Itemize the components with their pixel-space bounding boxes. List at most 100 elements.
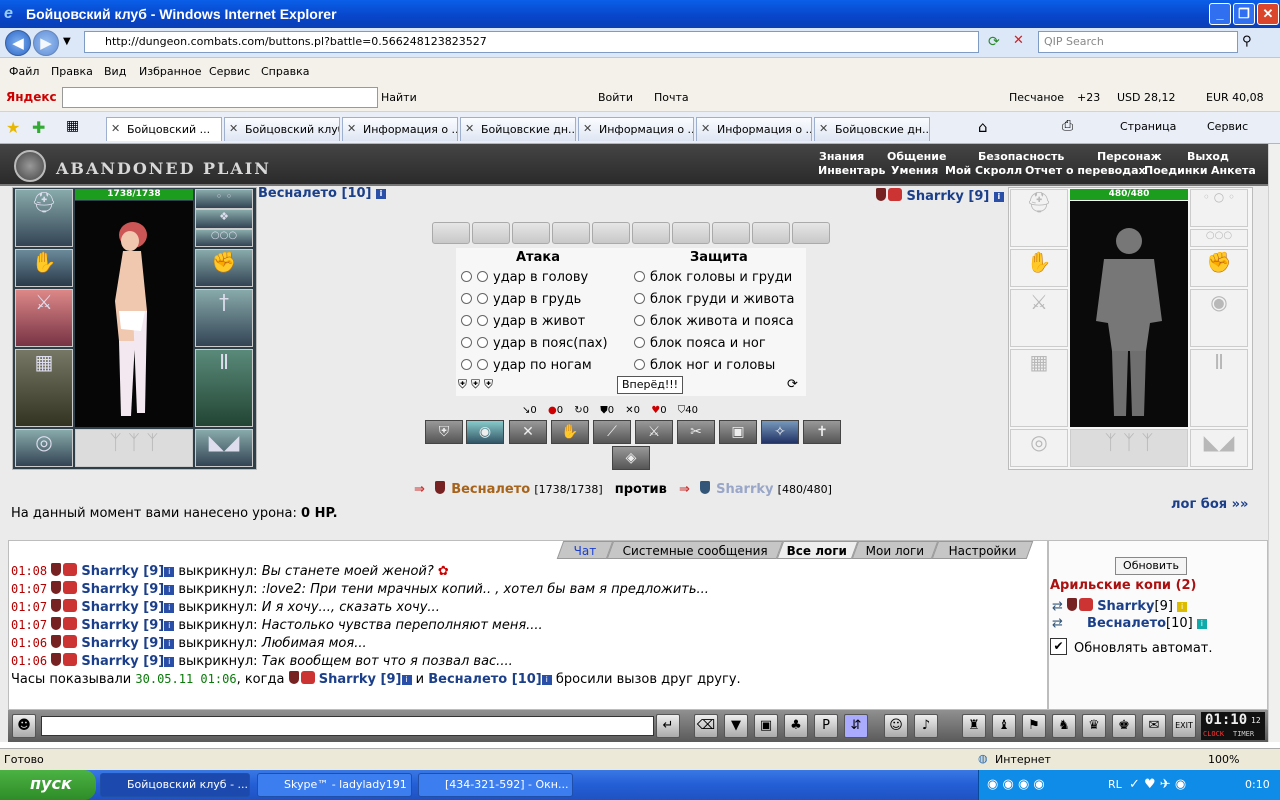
enemy-info-icon[interactable]: i bbox=[993, 192, 1004, 202]
tactic-skill-icon[interactable]: ✋ bbox=[551, 420, 589, 444]
menu-file[interactable]: Файл bbox=[9, 65, 39, 78]
scroll-slot[interactable] bbox=[752, 222, 790, 244]
refresh-button[interactable]: Обновить bbox=[1115, 557, 1187, 575]
fight-icon[interactable]: ⇄ bbox=[1052, 616, 1063, 631]
yandex-find-button[interactable]: Найти bbox=[381, 91, 417, 104]
bracers-slot[interactable]: ✋ bbox=[15, 249, 73, 287]
scroll-slot[interactable] bbox=[632, 222, 670, 244]
gloves-slot[interactable]: ✊ bbox=[195, 249, 253, 287]
language-indicator[interactable]: RL bbox=[1108, 778, 1122, 791]
tactic-skill-icon[interactable]: ✧ bbox=[761, 420, 799, 444]
user-nick[interactable]: Весналето bbox=[1087, 616, 1166, 631]
clan-icon[interactable]: ♛ bbox=[1082, 714, 1106, 738]
chat-nick[interactable]: Sharrky [9] bbox=[81, 582, 164, 597]
nav-communication[interactable]: Общение bbox=[887, 150, 946, 163]
scroll-slot[interactable] bbox=[792, 222, 830, 244]
player-name[interactable]: Весналето [10] i bbox=[258, 186, 387, 201]
zoom-level[interactable]: 100% bbox=[1208, 753, 1239, 766]
menu-edit[interactable]: Правка bbox=[51, 65, 93, 78]
fight-icon[interactable]: ⇄ bbox=[1052, 599, 1063, 614]
chat-nick[interactable]: Sharrky [9] bbox=[81, 600, 164, 615]
yandex-mail-button[interactable]: Почта bbox=[654, 91, 689, 104]
menu-help[interactable]: Справка bbox=[261, 65, 309, 78]
nav-duels[interactable]: Поединки bbox=[1144, 164, 1208, 177]
nav-transfers[interactable]: Отчет о переводах bbox=[1025, 164, 1146, 177]
offhand-slot[interactable]: † bbox=[195, 289, 253, 347]
browser-tab[interactable]: Информация о ... bbox=[696, 117, 812, 141]
nav-my-scroll[interactable]: Мой Скролл bbox=[945, 164, 1022, 177]
users-icon[interactable]: ♣ bbox=[784, 714, 808, 738]
bag-icon[interactable]: ♜ bbox=[962, 714, 986, 738]
clear-icon[interactable]: ⌫ bbox=[694, 714, 718, 738]
address-input[interactable]: http://dungeon.combats.com/buttons.pl?ba… bbox=[84, 31, 979, 53]
belt-slot[interactable]: ◎ bbox=[15, 429, 73, 467]
translit-icon[interactable]: P bbox=[814, 714, 838, 738]
pants-slot[interactable]: Ⅱ bbox=[195, 349, 253, 427]
attack-option-groin[interactable]: удар в пояс(пах) bbox=[461, 336, 608, 351]
save-icon[interactable]: ▣ bbox=[754, 714, 778, 738]
filter-icon[interactable]: ▼ bbox=[724, 714, 748, 738]
tactic-skill-icon[interactable]: ◈ bbox=[612, 446, 650, 470]
browser-tab[interactable]: Бойцовский ... bbox=[106, 117, 222, 141]
tab-system[interactable]: Системные сообщения bbox=[606, 541, 784, 559]
tools-menu[interactable]: Сервис bbox=[1207, 120, 1248, 133]
tactic-icons[interactable]: ⛨⛨⛨ bbox=[458, 377, 497, 392]
qip-search-input[interactable]: QIP Search bbox=[1038, 31, 1238, 53]
nav-skills[interactable]: Умения bbox=[891, 164, 938, 177]
maximize-button[interactable]: ❐ bbox=[1233, 3, 1255, 25]
taskbar-item[interactable]: Skype™ - ladylady191 bbox=[257, 773, 412, 797]
chat-mode-icon[interactable]: ☻ bbox=[12, 714, 36, 738]
page-scrollbar[interactable] bbox=[1268, 144, 1280, 742]
tab-settings[interactable]: Настройки bbox=[931, 541, 1034, 559]
quest-icon[interactable]: ⚑ bbox=[1022, 714, 1046, 738]
quick-tabs-icon[interactable]: ▦ bbox=[66, 118, 79, 134]
tab-my-logs[interactable]: Мои логи bbox=[851, 541, 939, 559]
chat-input[interactable] bbox=[41, 716, 654, 736]
forward-button[interactable]: ▶ bbox=[33, 30, 59, 56]
taskbar-item[interactable]: Бойцовский клуб - ... bbox=[100, 773, 250, 797]
tray-icons[interactable]: ◉ ◉ ◉ ◉ bbox=[987, 777, 1045, 792]
versus-player-name[interactable]: Весналето bbox=[451, 482, 530, 497]
tab-all-logs[interactable]: Все логи bbox=[776, 541, 859, 559]
scroll-slot[interactable] bbox=[432, 222, 470, 244]
player-avatar[interactable] bbox=[75, 201, 193, 427]
taskbar-item[interactable]: [434-321-592] - Окн... bbox=[418, 773, 573, 797]
amulet-slot[interactable]: ❖ bbox=[195, 209, 253, 229]
block-option-head-chest[interactable]: блок головы и груди bbox=[634, 270, 792, 285]
send-icon[interactable]: ↵ bbox=[656, 714, 680, 738]
go-button[interactable]: Вперёд!!! bbox=[617, 376, 683, 394]
block-option-belt-legs[interactable]: блок пояса и ног bbox=[634, 336, 766, 351]
page-menu[interactable]: Страница bbox=[1120, 120, 1176, 133]
block-option-chest-belly[interactable]: блок груди и живота bbox=[634, 292, 795, 307]
nav-inventory[interactable]: Инвентарь bbox=[818, 164, 885, 177]
boots-slot[interactable]: ◣◢ bbox=[195, 429, 253, 467]
scroll-slot[interactable] bbox=[712, 222, 750, 244]
exit-icon[interactable]: EXIT bbox=[1172, 714, 1196, 738]
earrings-slot[interactable]: ◦ ◦ bbox=[195, 189, 253, 209]
nav-exit[interactable]: Выход bbox=[1187, 150, 1229, 163]
player-info-icon[interactable]: i bbox=[376, 189, 387, 199]
chat-nick[interactable]: Sharrky [9] bbox=[81, 618, 164, 633]
potion-icon[interactable]: ♝ bbox=[992, 714, 1016, 738]
friends-icon[interactable]: ♞ bbox=[1052, 714, 1076, 738]
refresh-icon[interactable]: ⟳ bbox=[988, 34, 1000, 50]
block-option-belly-belt[interactable]: блок живота и пояса bbox=[634, 314, 794, 329]
yandex-search-input[interactable] bbox=[62, 87, 378, 108]
chat-nick[interactable]: Sharrky [9] bbox=[81, 654, 164, 669]
tactic-skill-icon[interactable]: ⛨ bbox=[425, 420, 463, 444]
menu-favorites[interactable]: Избранное bbox=[139, 65, 201, 78]
search-icon[interactable]: ⚲ bbox=[1242, 34, 1252, 49]
tactic-skill-icon[interactable]: ◉ bbox=[466, 420, 504, 444]
tactic-skill-icon[interactable]: ✕ bbox=[509, 420, 547, 444]
nav-character[interactable]: Персонаж bbox=[1097, 150, 1162, 163]
scroll-icon[interactable]: ⇵ bbox=[844, 714, 868, 738]
attack-option-head[interactable]: удар в голову bbox=[461, 270, 588, 285]
attack-option-chest[interactable]: удар в грудь bbox=[461, 292, 581, 307]
chat-nick[interactable]: Sharrky [9] bbox=[81, 564, 164, 579]
trade-icon[interactable]: ♚ bbox=[1112, 714, 1136, 738]
print-icon[interactable]: ⎙ bbox=[1062, 118, 1073, 134]
tactic-skill-icon[interactable]: ⚔ bbox=[635, 420, 673, 444]
scroll-slot[interactable] bbox=[472, 222, 510, 244]
quick-slots[interactable]: ᛉ ᛉ ᛉ bbox=[75, 429, 193, 467]
user-nick[interactable]: Sharrky bbox=[1097, 599, 1154, 614]
